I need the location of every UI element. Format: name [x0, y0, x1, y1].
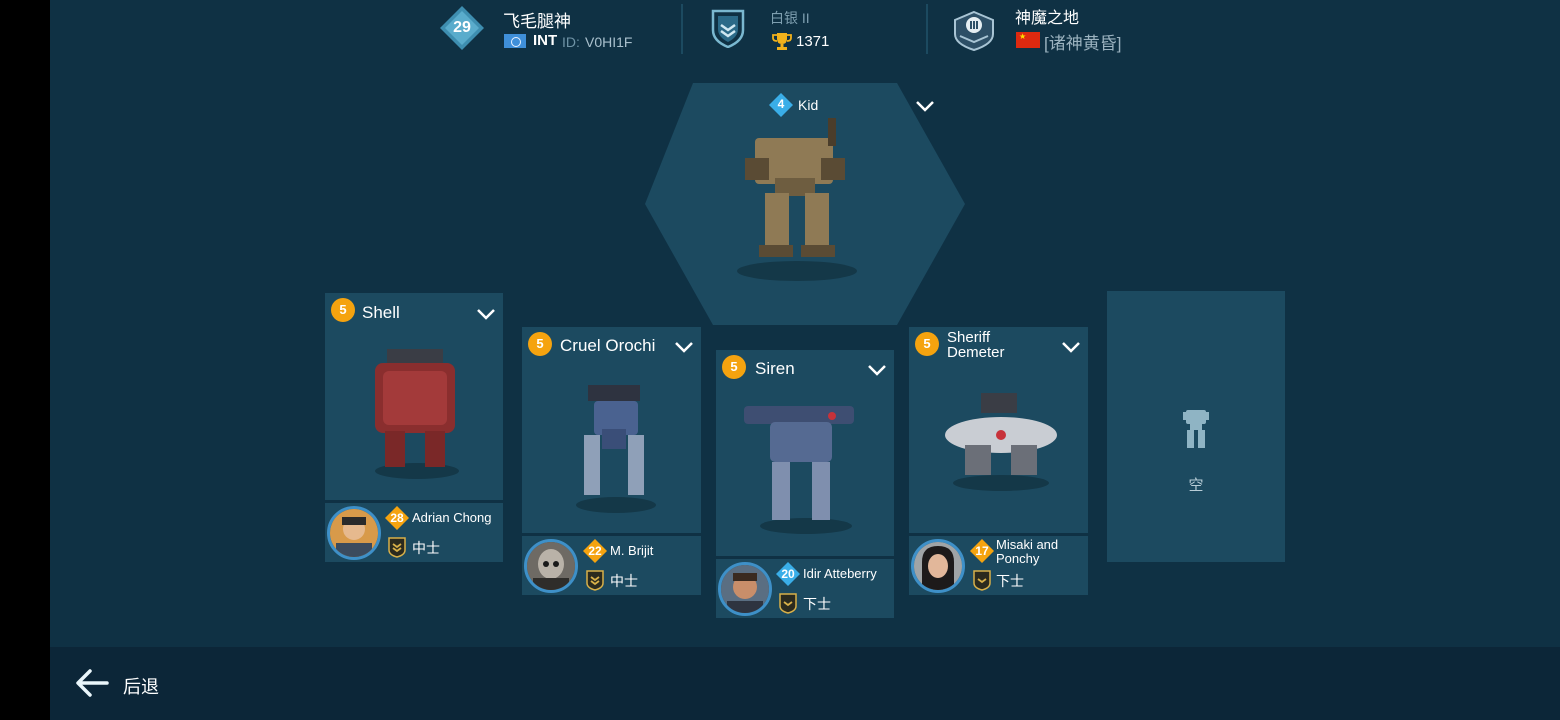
robot-siren-image: [744, 406, 854, 534]
pilot-name-line2: Ponchy: [996, 551, 1040, 566]
back-arrow-icon[interactable]: [74, 665, 110, 701]
pilot-name: M. Brijit: [610, 543, 654, 558]
back-button[interactable]: 后退: [123, 673, 159, 699]
player-level: 29: [453, 19, 471, 36]
robot-slot-siren[interactable]: 5 Siren 20 Idir Atteberry 下士: [716, 350, 894, 618]
empty-slot-label: 空: [1188, 477, 1204, 494]
pilot-rank: 中士: [610, 573, 638, 589]
un-flag-icon: [504, 34, 526, 48]
robot-shell-image: [375, 349, 459, 479]
chevron-down-icon[interactable]: [915, 99, 935, 113]
robot-level-badge: 5: [722, 355, 746, 379]
featured-robot-level: 4: [777, 97, 785, 111]
rank-chevron-icon: [973, 570, 991, 591]
league-shield-icon: [711, 9, 745, 48]
clan-name[interactable]: 神魔之地: [1015, 4, 1079, 28]
robot-sheriff-demeter-image: [945, 393, 1057, 491]
china-flag-icon: ★: [1016, 32, 1040, 48]
pilot-level: 28: [390, 511, 404, 525]
card-divider: [716, 556, 894, 559]
robot-silhouette-icon: [1183, 410, 1209, 448]
clan-emblem-icon: [954, 10, 994, 52]
rank-chevron-icon: [388, 537, 406, 558]
pilot-rank: 中士: [412, 540, 440, 556]
chevron-down-icon[interactable]: [867, 363, 887, 377]
pilot-avatar[interactable]: [718, 562, 772, 616]
player-level-badge: 29: [440, 6, 484, 50]
card-divider: [909, 533, 1088, 536]
featured-robot-name: Kid: [798, 97, 819, 113]
rank-chevron-icon: [779, 593, 797, 614]
chevron-down-icon[interactable]: [674, 340, 694, 354]
pilot-avatar[interactable]: [524, 539, 578, 593]
header-divider: [681, 4, 683, 54]
trophy-count: 1371: [796, 33, 830, 50]
pilot-rank: 下士: [996, 573, 1024, 589]
robot-slot-sheriff-demeter[interactable]: 5 Sheriff Demeter 17 Misaki and Ponchy 下…: [909, 327, 1088, 595]
player-region: INT: [533, 32, 558, 49]
rank-chevron-icon: [586, 570, 604, 591]
robot-slot-cruel-orochi[interactable]: 5 Cruel Orochi 22 M. Brijit 中士: [522, 327, 701, 595]
card-divider: [522, 533, 701, 536]
clan-tag: [诸神黄昏]: [1044, 34, 1122, 53]
pilot-level: 20: [781, 567, 795, 581]
featured-robot-slot[interactable]: 4 Kid: [645, 83, 965, 325]
card-divider: [325, 500, 503, 503]
pilot-name: Adrian Chong: [412, 510, 492, 525]
header-divider: [926, 4, 928, 54]
footer-bar: 后退: [50, 647, 1560, 720]
trophy-icon: [772, 33, 792, 50]
pilot-avatar[interactable]: [911, 539, 965, 593]
robot-slot-empty[interactable]: 空: [1107, 291, 1285, 562]
hangar-screen: 29 飞毛腿神 INT ID: V0HI1F 白银 II 1371 神魔之地 ★…: [50, 0, 1560, 720]
league-name: 白银 II: [770, 10, 810, 26]
robot-name: Cruel Orochi: [560, 336, 656, 355]
pilot-avatar[interactable]: [327, 506, 381, 560]
player-name[interactable]: 飞毛腿神: [503, 7, 571, 32]
robot-name-line2: Demeter: [947, 344, 1005, 361]
chevron-down-icon[interactable]: [476, 307, 496, 321]
robot-name: Siren: [755, 359, 795, 378]
robot-slot-shell[interactable]: 5 Shell 28 Adrian Chong 中士: [325, 293, 503, 562]
pilot-name-line1: Misaki and: [996, 537, 1059, 552]
pilot-rank: 下士: [803, 596, 831, 612]
robot-level-badge: 5: [528, 332, 552, 356]
robot-name: Shell: [362, 303, 400, 322]
chevron-down-icon[interactable]: [1061, 340, 1081, 354]
pilot-name: Idir Atteberry: [803, 566, 877, 581]
robot-level-badge: 5: [915, 332, 939, 356]
robot-cruel-orochi-image: [576, 385, 656, 513]
player-id-value: V0HI1F: [585, 34, 633, 50]
pilot-level: 17: [975, 544, 989, 558]
pilot-level: 22: [588, 544, 602, 558]
player-id-label: ID:: [562, 34, 580, 50]
robot-level-badge: 5: [331, 298, 355, 322]
